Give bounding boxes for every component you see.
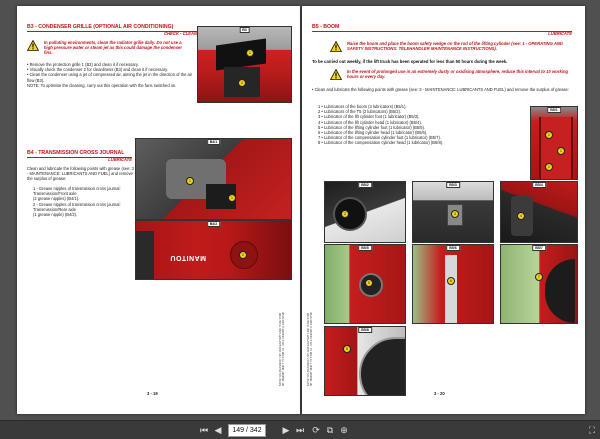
b4-intro: Clean and lubricate the following points… — [27, 166, 134, 182]
callout-4: 4 — [517, 212, 525, 220]
b5-warning: Raise the boom and place the boom safety… — [330, 41, 570, 52]
callout-2: 2 — [238, 79, 246, 87]
next-page-icon[interactable]: ▶ — [280, 424, 292, 436]
b3-steps: • Remove the protection grille 1 (B3) an… — [27, 62, 193, 88]
photo-b5-4-label: B5/4 — [532, 182, 546, 188]
photo-b5-8: B5/8 8 — [324, 326, 406, 396]
b4-list: 1 - Grease nipples of transmission cross… — [33, 186, 121, 218]
callout-2: 2 — [341, 210, 349, 218]
photo-b4-1: B4/1 1 1 — [135, 138, 292, 220]
callout-8: 8 — [343, 345, 351, 353]
fit-page-icon[interactable]: ⧉ — [324, 424, 336, 436]
photo-b5-1: B5/1 1 1 1 — [530, 106, 578, 180]
warning-triangle-icon — [27, 40, 39, 51]
b5-warning-2: In the event of prolonged use in an extr… — [330, 69, 570, 80]
photo-b5-1-label: B5/1 — [547, 107, 561, 113]
photo-b5-8-label: B5/8 — [358, 327, 372, 333]
photo-b5-4: B5/4 4 — [500, 181, 578, 243]
photo-b5-2: B5/2 2 — [324, 181, 406, 243]
photo-b3-label: B3 — [239, 27, 250, 33]
photo-b5-5: B5/5 5 — [324, 244, 406, 324]
warning-triangle-icon — [330, 41, 342, 52]
callout-1: 1 — [228, 194, 236, 202]
photo-b5-3: B5/3 3 — [412, 181, 494, 243]
callout-7: 7 — [535, 273, 543, 281]
callout-5: 5 — [365, 279, 373, 287]
callout-3: 3 — [451, 210, 459, 218]
b5-warning-2-text: In the event of prolonged use in an extr… — [347, 69, 569, 80]
document-code: 647517 EN (01/01/2017) MT 1440 EASY/MT 1… — [307, 312, 313, 386]
b5-warning-text: Raise the boom and place the boom safety… — [347, 41, 563, 52]
photo-b4-2: B4/2 MANITOU 2 — [135, 220, 292, 280]
callout-1: 1 — [186, 177, 194, 185]
b5-tag: LUBRICATE — [548, 31, 572, 36]
photo-b5-5-label: B5/5 — [358, 245, 372, 251]
b3-tag: CHECK - CLEAN — [163, 31, 197, 36]
fullscreen-icon[interactable]: ⛶ — [586, 424, 598, 436]
b5-intro: • Clean and lubricate the following poin… — [312, 87, 569, 92]
first-page-icon[interactable]: ⏮ — [198, 424, 210, 436]
warning-triangle-icon — [330, 69, 342, 80]
callout-6: 6 — [447, 277, 455, 285]
photo-b5-6: B5/6 6 — [412, 244, 494, 324]
photo-b5-2-label: B5/2 — [358, 182, 372, 188]
b5-list: 1 • Lubricators of the boom (3 lubricato… — [318, 104, 444, 146]
photo-b5-6-label: B5/6 — [446, 245, 460, 251]
page-indicator-input[interactable]: 149 / 342 — [228, 424, 266, 437]
photo-b5-7-label: B5/7 — [532, 245, 546, 251]
document-viewer: B3 - CONDENSER GRILLE (OPTIONAL AIR COND… — [0, 0, 600, 420]
photo-b5-3-label: B5/3 — [446, 182, 460, 188]
b5-weekly-note: To be carried out weekly, if the lift tr… — [312, 59, 508, 64]
rotate-icon[interactable]: ⟳ — [310, 424, 322, 436]
page-number-right: 3 - 20 — [434, 391, 445, 396]
viewer-toolbar: ⏮ ◀ 149 / 342 ▶ ⏭ ⟳ ⧉ ⊕ ⛶ — [0, 420, 600, 439]
last-page-icon[interactable]: ⏭ — [294, 424, 306, 436]
document-code: 647517 EN (01/01/2017) MT 1440 EASY/MT 1… — [279, 312, 285, 386]
page-number-left: 3 - 19 — [147, 391, 158, 396]
callout-2: 2 — [239, 251, 247, 259]
prev-page-icon[interactable]: ◀ — [212, 424, 224, 436]
b3-warning-text: In polluting environments, clean the rad… — [44, 40, 182, 56]
callout-1: 1 — [545, 131, 553, 139]
photo-b4-2-label: B4/2 — [206, 221, 221, 227]
page-left: B3 - CONDENSER GRILLE (OPTIONAL AIR COND… — [17, 6, 300, 414]
callout-1: 1 — [246, 49, 254, 57]
page-right: B5 - BOOM LUBRICATE Raise the boom and p… — [302, 6, 585, 414]
photo-b3: B3 1 2 — [197, 26, 292, 103]
zoom-icon[interactable]: ⊕ — [338, 424, 350, 436]
photo-b5-7: B5/7 7 — [500, 244, 578, 324]
callout-1: 1 — [557, 147, 565, 155]
callout-1: 1 — [545, 163, 553, 171]
b4-tag: LUBRICATE — [108, 157, 132, 162]
photo-b4-1-label: B4/1 — [206, 139, 221, 145]
b3-warning: In polluting environments, clean the rad… — [27, 40, 187, 56]
